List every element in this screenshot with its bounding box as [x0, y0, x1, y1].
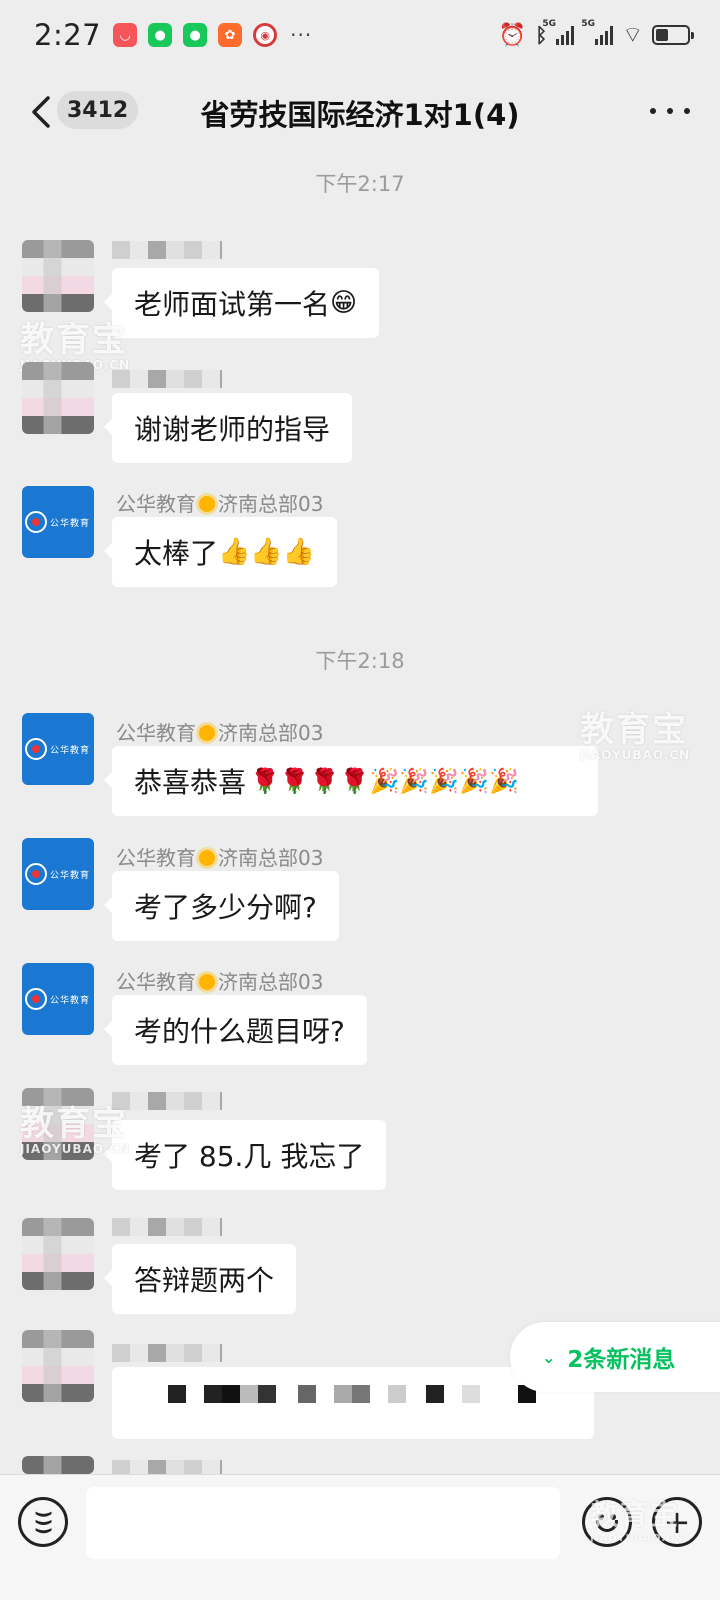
org-logo-icon — [25, 738, 47, 760]
avatar[interactable] — [22, 362, 94, 434]
rose-party-emoji: 🌹🌹🌹🌹🎉🎉🎉🎉🎉 — [250, 767, 519, 795]
message-text: 考的什么题目呀? — [134, 1015, 345, 1048]
wechat-icon-2: ● — [183, 23, 208, 47]
more-functions-button[interactable]: + — [652, 1497, 702, 1547]
message-bubble[interactable]: 考的什么题目呀? — [104, 995, 367, 1065]
sender-name: 公华教育 济南总部03 — [116, 721, 324, 745]
status-time: 2:27 — [34, 18, 102, 52]
sender-name-blurred — [112, 370, 222, 388]
sun-icon — [199, 725, 215, 741]
wifi-icon: ⌔ — [622, 23, 643, 48]
sender-name-blurred — [112, 1460, 222, 1474]
avatar[interactable]: 公华教育 — [22, 486, 94, 558]
message-text: 老师面试第一名 — [134, 288, 331, 321]
avatar[interactable] — [22, 1088, 94, 1160]
sun-icon — [199, 850, 215, 866]
message-bubble[interactable]: 答辩题两个 — [103, 1244, 297, 1314]
sun-icon — [199, 974, 215, 990]
sender-name: 公华教育 济南总部03 — [116, 846, 324, 870]
sender-name: 公华教育 济南总部03 — [116, 970, 324, 994]
avatar[interactable]: 公华教育 — [22, 838, 94, 910]
unread-count-badge[interactable]: 3412 — [57, 91, 139, 129]
new-messages-button[interactable]: ⌄ 2条新消息 — [510, 1322, 720, 1392]
message-bubble[interactable]: 谢谢老师的指导 — [103, 393, 353, 463]
avatar[interactable]: 公华教育 — [22, 713, 94, 785]
double-chevron-down-icon: ⌄ — [542, 1347, 556, 1367]
org-logo-icon — [25, 511, 47, 533]
message-text: 太棒了 — [134, 537, 219, 570]
timestamp: 下午2:17 — [315, 172, 405, 196]
wechat-icon: ● — [148, 23, 173, 47]
sender-name: 公华教育 济南总部03 — [116, 492, 324, 516]
message-input[interactable] — [86, 1487, 560, 1559]
sender-name-blurred — [112, 1218, 222, 1236]
avatar[interactable] — [22, 1330, 94, 1402]
more-options-button[interactable] — [650, 96, 690, 126]
voice-icon: ))) — [32, 1509, 54, 1535]
railway-app-icon: ◉ — [253, 23, 278, 47]
alarm-icon: ⏰ — [498, 22, 527, 48]
more-dots-icon — [650, 108, 656, 114]
message-text: 答辩题两个 — [134, 1264, 275, 1297]
back-button[interactable] — [28, 94, 58, 130]
emoji-button[interactable] — [582, 1497, 632, 1547]
sun-icon — [199, 496, 215, 512]
message-bubble[interactable]: 老师面试第一名 😁 — [103, 268, 380, 338]
avatar[interactable] — [22, 1456, 94, 1474]
sender-name-blurred — [112, 241, 222, 259]
message-text: 考了 85.几 我忘了 — [134, 1140, 365, 1173]
chevron-left-icon — [32, 96, 50, 128]
timestamp: 下午2:18 — [315, 649, 405, 673]
message-bubble[interactable]: 恭喜恭喜 🌹🌹🌹🌹🎉🎉🎉🎉🎉 — [104, 746, 598, 816]
signal-icon-1: 5G — [542, 19, 575, 45]
status-icons: ⏰ ᛒ 5G 5G ⌔ — [498, 19, 694, 49]
status-bar: 2:27 ◡ ● ● ✿ ◉ ··· ⏰ ᛒ 5G 5G ⌔ — [0, 0, 720, 70]
message-bubble[interactable]: 太棒了 👍👍👍 — [103, 517, 338, 587]
org-logo-icon — [25, 863, 47, 885]
avatar[interactable] — [22, 1218, 94, 1290]
message-text: 恭喜恭喜 — [134, 766, 247, 799]
message-bubble[interactable]: 考了 85.几 我忘了 — [103, 1120, 387, 1190]
more-notifications-icon: ··· — [290, 23, 313, 47]
input-bar: ))) + 教育宝 JIAOYUBAO.CN — [0, 1474, 720, 1600]
message-text: 谢谢老师的指导 — [134, 413, 331, 446]
grin-emoji: 😁 — [330, 288, 358, 318]
message-bubble[interactable]: 考了多少分啊? — [104, 871, 339, 941]
smiley-icon — [585, 1500, 629, 1544]
signal-icon-2: 5G — [581, 19, 614, 45]
new-messages-label: 2条新消息 — [567, 1347, 676, 1373]
shopping-app-icon: ◡ — [113, 23, 138, 47]
avatar[interactable]: 公华教育 — [22, 963, 94, 1035]
sender-name-blurred — [112, 1092, 222, 1110]
plus-icon: + — [663, 1503, 691, 1541]
voice-input-button[interactable]: ))) — [18, 1497, 68, 1547]
message-text: 考了多少分啊? — [134, 891, 317, 924]
avatar[interactable] — [22, 240, 94, 312]
org-logo-icon — [25, 988, 47, 1010]
sender-name-blurred — [112, 1344, 222, 1362]
thumbs-up-emoji: 👍👍👍 — [218, 537, 316, 567]
chat-header: 3412 省劳技国际经济1对1(4) — [0, 70, 720, 154]
battery-icon — [652, 25, 694, 45]
app-grid-icon: ✿ — [218, 23, 243, 47]
